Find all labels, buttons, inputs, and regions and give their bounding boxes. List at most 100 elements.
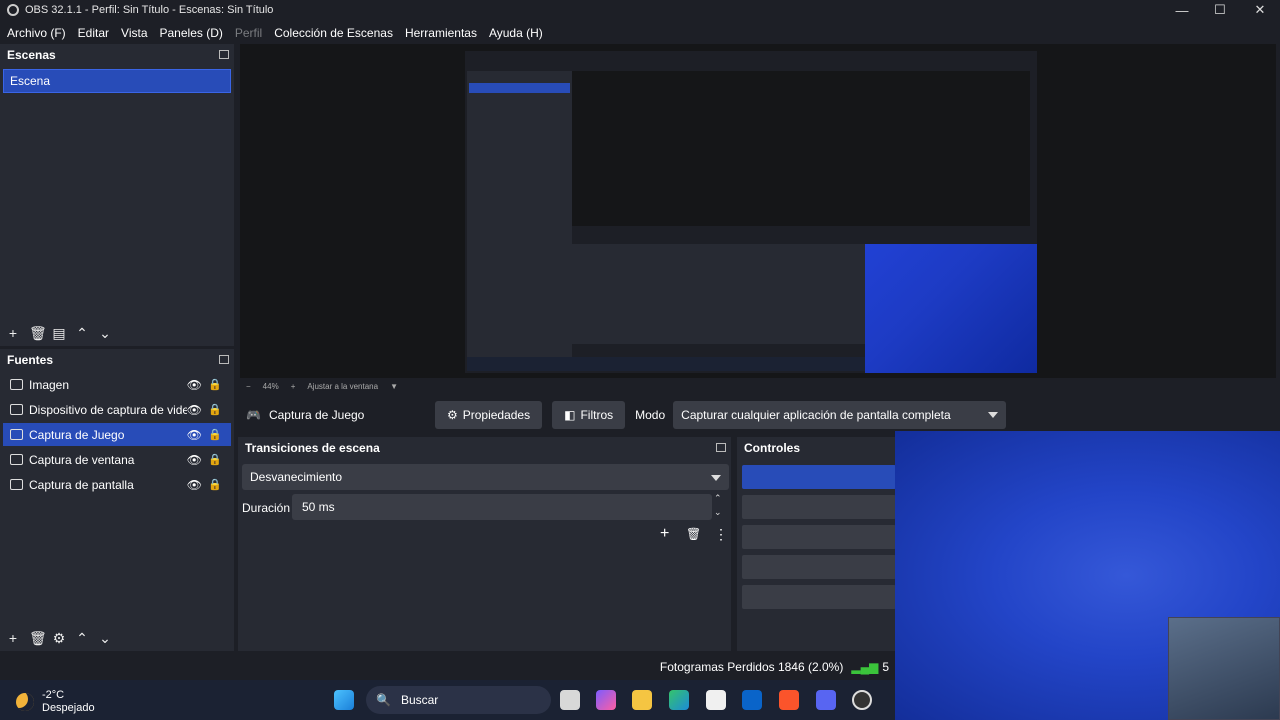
zoom-in-icon[interactable]: + bbox=[291, 382, 296, 391]
copilot-icon[interactable] bbox=[596, 690, 616, 710]
filters-label: Filtros bbox=[580, 408, 614, 422]
menu-archivo[interactable]: Archivo (F) bbox=[7, 26, 66, 40]
gear-icon[interactable]: ⚙ bbox=[52, 631, 66, 645]
source-item-captura-juego[interactable]: Captura de Juego 👁 🔒 bbox=[3, 423, 231, 446]
trash-icon[interactable]: 🗑 bbox=[686, 527, 701, 541]
control-button-1[interactable] bbox=[742, 465, 896, 489]
lock-icon[interactable]: 🔒 bbox=[208, 378, 222, 391]
source-item-captura-ventana[interactable]: Captura de ventana 👁 🔒 bbox=[3, 448, 231, 471]
trash-icon[interactable]: 🗑 bbox=[29, 631, 47, 645]
source-item-imagen[interactable]: Imagen 👁 🔒 bbox=[3, 373, 231, 396]
stepper-up-icon[interactable]: ⌃ bbox=[714, 493, 722, 504]
lock-icon[interactable]: 🔒 bbox=[208, 478, 222, 491]
properties-button[interactable]: ⚙ Propiedades bbox=[434, 401, 543, 429]
scenes-title-text: Escenas bbox=[7, 48, 56, 62]
menu-herramientas[interactable]: Herramientas bbox=[405, 26, 477, 40]
zoom-bar: − 44% + Ajustar a la ventana ▼ bbox=[240, 378, 1276, 394]
status-bar: Fotogramas Perdidos 1846 (2.0%) ▂▄▆ 5 bbox=[0, 654, 895, 680]
stepper-down-icon[interactable]: ⌄ bbox=[714, 507, 722, 518]
menu-editar[interactable]: Editar bbox=[78, 26, 109, 40]
filter-icon: ◧ bbox=[564, 408, 576, 422]
obs-icon[interactable] bbox=[852, 690, 872, 710]
menu-vista[interactable]: Vista bbox=[121, 26, 147, 40]
chevron-down-icon bbox=[711, 475, 721, 481]
controls-dock: Controles bbox=[737, 437, 897, 651]
mode-select[interactable]: Capturar cualquier aplicación de pantall… bbox=[673, 401, 1007, 429]
add-icon[interactable]: + bbox=[660, 525, 669, 543]
nested-transitions bbox=[572, 244, 797, 344]
nested-sidebar bbox=[467, 71, 572, 371]
float-icon[interactable] bbox=[219, 50, 229, 59]
source-item-captura-pantalla[interactable]: Captura de pantalla 👁 🔒 bbox=[3, 473, 231, 496]
menu-perfil[interactable]: Perfil bbox=[235, 26, 262, 40]
controls-title-text: Controles bbox=[744, 441, 801, 455]
float-icon[interactable] bbox=[219, 355, 229, 364]
window-icon bbox=[10, 454, 23, 465]
control-button-4[interactable] bbox=[742, 555, 896, 579]
add-icon[interactable]: + bbox=[6, 631, 20, 645]
nested-taskbar bbox=[467, 357, 867, 371]
more-icon[interactable]: ⋮ bbox=[714, 526, 728, 543]
duration-field[interactable]: 50 ms bbox=[292, 494, 712, 520]
discord-icon[interactable] bbox=[816, 690, 836, 710]
windows-start-icon[interactable] bbox=[334, 690, 354, 710]
store-icon[interactable] bbox=[706, 690, 726, 710]
scenes-title: Escenas bbox=[0, 44, 234, 66]
scene-item-escena[interactable]: Escena bbox=[3, 69, 231, 93]
close-icon[interactable]: ✕ bbox=[1240, 0, 1280, 20]
filter-icon[interactable]: ▤ bbox=[52, 326, 66, 340]
arrow-down-icon[interactable]: ⌄ bbox=[98, 631, 112, 645]
eye-icon[interactable]: 👁 bbox=[187, 453, 202, 467]
edge-icon[interactable] bbox=[669, 690, 689, 710]
search-input[interactable]: 🔍 Buscar bbox=[366, 686, 551, 714]
menu-coleccion-escenas[interactable]: Colección de Escenas bbox=[274, 26, 393, 40]
webcam-overlay bbox=[895, 431, 1280, 720]
source-label: Captura de Juego bbox=[29, 427, 125, 442]
eye-icon[interactable]: 👁 bbox=[187, 428, 202, 442]
trash-icon[interactable]: 🗑 bbox=[29, 326, 47, 340]
weather-temp: -2°C bbox=[42, 689, 65, 701]
source-label: Imagen bbox=[29, 377, 70, 392]
outlook-icon[interactable] bbox=[742, 690, 762, 710]
mode-label: Modo bbox=[635, 408, 666, 422]
eye-icon[interactable]: 👁 bbox=[187, 403, 202, 417]
brave-icon[interactable] bbox=[779, 690, 799, 710]
filters-button[interactable]: ◧ Filtros bbox=[552, 401, 626, 429]
task-view-icon[interactable] bbox=[560, 690, 580, 710]
window-title: OBS 32.1.1 - Perfil: Sin Título - Escena… bbox=[25, 4, 274, 16]
weather-desc: Despejado bbox=[42, 702, 95, 714]
duration-value: 50 ms bbox=[302, 500, 335, 514]
zoom-fit[interactable]: Ajustar a la ventana bbox=[307, 382, 378, 391]
float-icon[interactable] bbox=[716, 443, 726, 452]
gamepad-icon bbox=[10, 429, 23, 440]
maximize-icon[interactable]: ☐ bbox=[1200, 0, 1240, 20]
minimize-icon[interactable]: — bbox=[1162, 0, 1202, 20]
nested-selection bbox=[469, 83, 570, 93]
menu-paneles[interactable]: Paneles (D) bbox=[160, 26, 223, 40]
eye-icon[interactable]: 👁 bbox=[187, 378, 202, 392]
nested-preview bbox=[572, 71, 1030, 226]
transition-select[interactable]: Desvanecimiento bbox=[242, 464, 729, 490]
arrow-up-icon[interactable]: ⌃ bbox=[75, 631, 89, 645]
add-icon[interactable]: + bbox=[6, 326, 20, 340]
control-button-3[interactable] bbox=[742, 525, 896, 549]
eye-icon[interactable]: 👁 bbox=[187, 478, 202, 492]
zoom-out-icon[interactable]: − bbox=[246, 382, 251, 391]
control-button-2[interactable] bbox=[742, 495, 896, 519]
lock-icon[interactable]: 🔒 bbox=[208, 428, 222, 441]
lock-icon[interactable]: 🔒 bbox=[208, 403, 222, 416]
controls-title: Controles bbox=[737, 437, 897, 459]
menu-ayuda[interactable]: Ayuda (H) bbox=[489, 26, 543, 40]
lock-icon[interactable]: 🔒 bbox=[208, 453, 222, 466]
weather-widget[interactable]: -2°C Despejado bbox=[16, 689, 95, 715]
zoom-caret-icon[interactable]: ▼ bbox=[390, 382, 398, 391]
arrow-up-icon[interactable]: ⌃ bbox=[75, 326, 89, 340]
file-explorer-icon[interactable] bbox=[632, 690, 652, 710]
sources-dock: Fuentes Imagen 👁 🔒 Dispositivo de captur… bbox=[0, 349, 234, 651]
arrow-down-icon[interactable]: ⌄ bbox=[98, 326, 112, 340]
control-button-5[interactable] bbox=[742, 585, 896, 609]
source-item-dispositivo[interactable]: Dispositivo de captura de video 👁 🔒 bbox=[3, 398, 231, 421]
source-label: Captura de pantalla bbox=[29, 477, 134, 492]
source-controls-bar: 🎮 Captura de Juego ⚙ Propiedades ◧ Filtr… bbox=[240, 398, 1276, 432]
zoom-value: 44% bbox=[262, 381, 279, 391]
